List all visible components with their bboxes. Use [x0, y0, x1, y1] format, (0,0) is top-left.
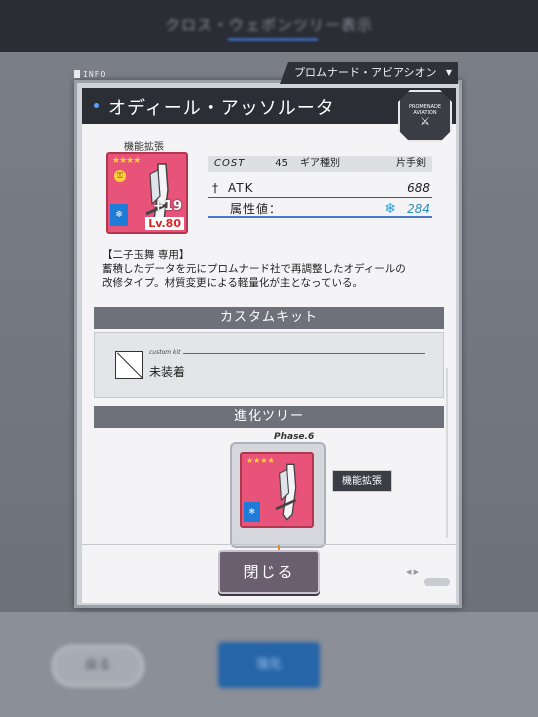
cost-value: 45: [275, 158, 288, 169]
plus-value: +19: [153, 199, 182, 214]
custom-kit-header: カスタムキット: [94, 307, 444, 329]
atk-label: ATK: [228, 181, 254, 195]
stats-header-row: COST 45 ギア種別 片手剣: [208, 156, 432, 172]
sword-icon: [275, 463, 297, 521]
speed-icon: ◀ ▶: [406, 568, 419, 576]
custom-kit-status: 未装着: [149, 365, 186, 379]
gear-description: 【二子玉舞 専用】 蓄積したデータを元にプロムナード社で再調整したオディールの …: [102, 248, 442, 290]
divider: [82, 544, 456, 545]
gear-card[interactable]: ★★★★ ⚿ +19 ❄ Lv.80: [106, 152, 188, 234]
toggle-slider[interactable]: [424, 578, 450, 586]
gear-category-label: 機能拡張: [124, 142, 164, 153]
background-title: クロス・ウェポンツリー表示: [164, 16, 373, 34]
divider: [183, 353, 425, 354]
background-header: クロス・ウェポンツリー表示: [0, 0, 538, 52]
dialog-content: オディール・アッソルータ PROMENADE AVIATION ⚔ 機能拡張 ★…: [82, 88, 456, 603]
evolution-tree-header: 進化ツリー: [94, 406, 444, 428]
brand-dropdown[interactable]: プロムナード・アビアシオン ▼: [280, 62, 458, 84]
brand-dropdown-label: プロムナード・アビアシオン: [294, 66, 437, 79]
evolution-gear-card: ★★★★ ❄: [240, 452, 314, 528]
attribute-row: 属性値： ❄ 284: [208, 200, 432, 218]
background-enhance-button: 強化: [218, 642, 320, 688]
gear-type-label: ギア種別: [300, 158, 340, 169]
attribute-label: 属性値：: [230, 202, 283, 216]
evolution-type-tag: 機能拡張: [332, 470, 392, 492]
background-back-button: 戻る: [52, 645, 144, 687]
page-title: オディール・アッソルータ: [108, 98, 335, 119]
evolution-tree: Phase.6 ★★★★ ❄ 機能拡張: [94, 428, 444, 560]
evolution-node[interactable]: ★★★★ ❄: [230, 442, 326, 548]
title-bullet-icon: [94, 103, 99, 108]
empty-slot-icon: [115, 351, 143, 379]
element-icon: ❄: [244, 502, 260, 522]
lock-icon: ⚿: [114, 170, 126, 182]
cost-label: COST: [214, 158, 246, 169]
snowflake-icon: ❄: [384, 201, 396, 217]
custom-kit-small-label: custom kit: [149, 349, 181, 356]
sword-stat-icon: †: [212, 181, 218, 195]
gear-stats: COST 45 ギア種別 片手剣 † ATK 688 属性値： ❄ 284: [208, 156, 432, 218]
description-line: 改修タイプ。材質変更による軽量化が主となっている。: [102, 277, 364, 289]
atk-row: † ATK 688: [208, 178, 432, 198]
gear-type-value: 片手剣: [396, 158, 426, 169]
attribute-value: 284: [407, 202, 430, 216]
description-line: 【二子玉舞 専用】: [102, 249, 190, 261]
scrollbar[interactable]: [446, 368, 448, 538]
background-title-underline: [228, 38, 318, 41]
close-button[interactable]: 閉じる: [218, 550, 320, 594]
description-line: 蓄積したデータを元にプロムナード社で再調整したオディールの: [102, 263, 406, 275]
atk-value: 688: [407, 181, 430, 195]
brand-logo: PROMENADE AVIATION ⚔: [398, 90, 452, 142]
element-icon: ❄: [110, 204, 128, 226]
info-tag: INFO: [74, 70, 106, 82]
chevron-down-icon: ▼: [445, 68, 452, 77]
custom-kit-slot[interactable]: custom kit 未装着: [94, 332, 444, 398]
level-badge: Lv.80: [145, 217, 184, 230]
crossed-swords-icon: ⚔: [420, 115, 430, 128]
phase-label: Phase.6: [274, 432, 315, 442]
